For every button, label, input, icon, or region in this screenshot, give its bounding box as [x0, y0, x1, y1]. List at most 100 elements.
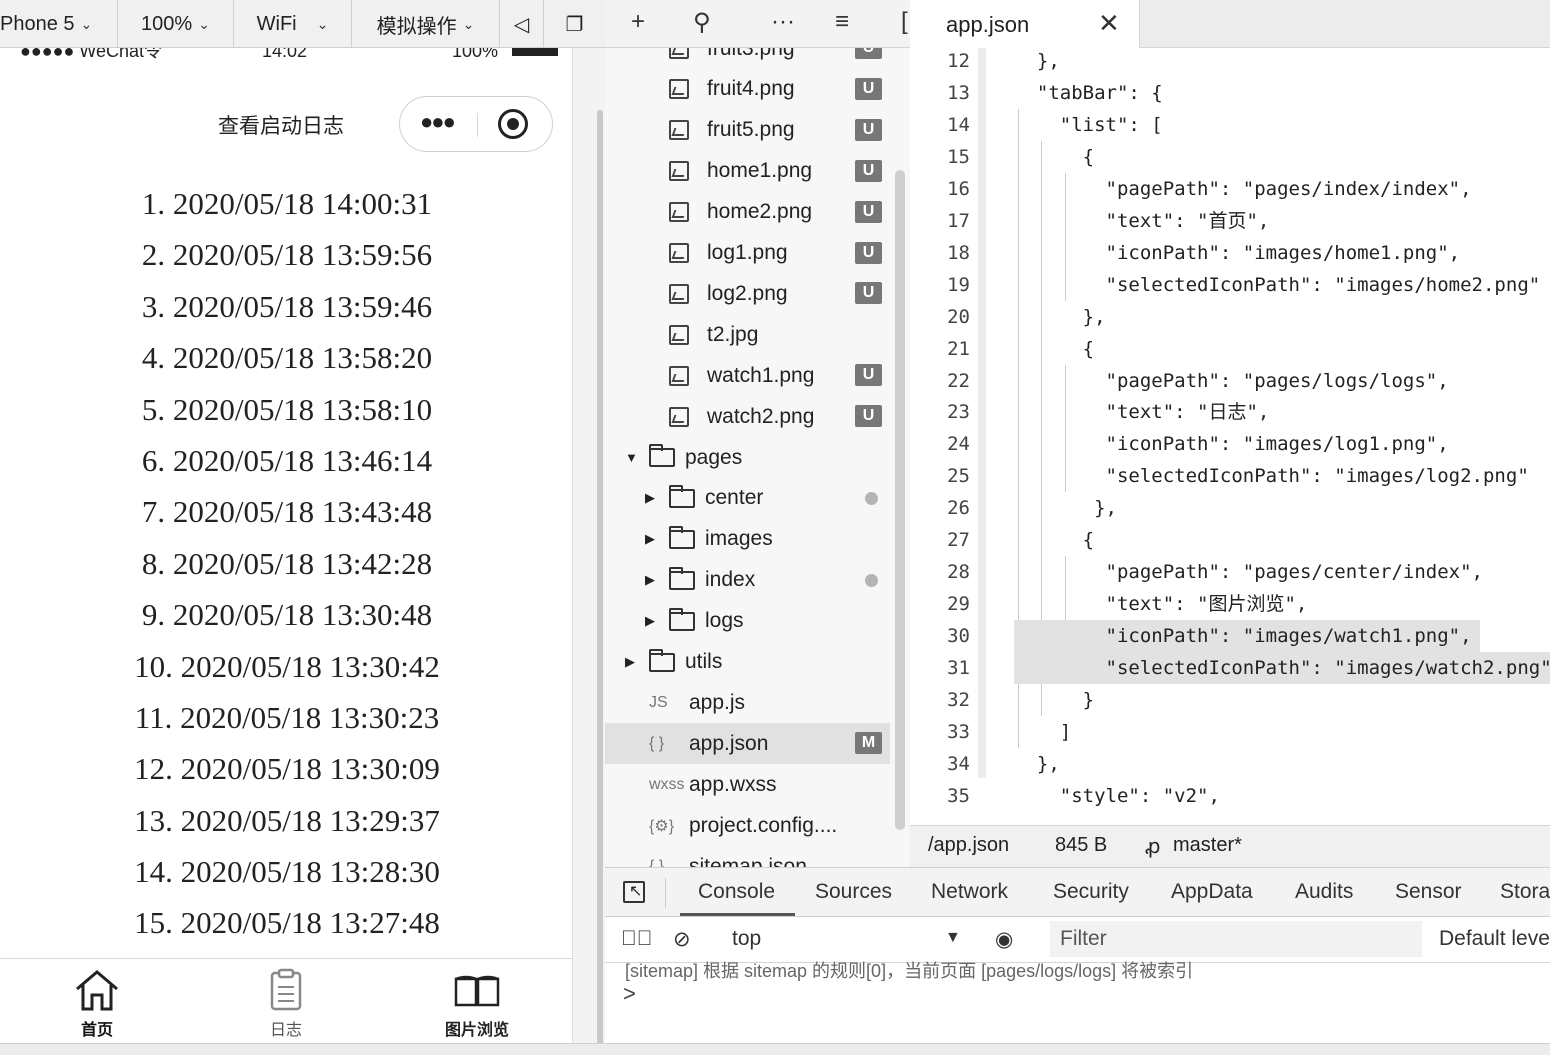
- devtools-tab-security[interactable]: Security: [1053, 880, 1129, 904]
- devtools-tab-appdata[interactable]: AppData: [1171, 880, 1253, 904]
- tree-item[interactable]: JS app.js: [605, 682, 890, 723]
- tab-home[interactable]: 首页: [2, 959, 192, 1043]
- tree-item[interactable]: log2.png U: [605, 273, 890, 314]
- devtools-tab-sources[interactable]: Sources: [815, 880, 892, 904]
- tree-item[interactable]: fruit4.png U: [605, 69, 890, 110]
- devtools-tab-storage[interactable]: Storage: [1500, 880, 1550, 904]
- console-output[interactable]: [sitemap] 根据 sitemap 的规则[0]，当前页面 [pages/…: [605, 961, 1550, 1043]
- tab-logs[interactable]: 日志: [191, 959, 381, 1043]
- line-number: 34: [947, 752, 970, 775]
- file-path: /app.json: [928, 834, 1010, 856]
- git-branch-icon: ꝓ: [1145, 836, 1161, 858]
- more-dots-icon[interactable]: ●●●: [420, 109, 456, 135]
- collapse-arrow-icon[interactable]: ▶: [645, 613, 659, 629]
- tree-item[interactable]: home2.png U: [605, 192, 890, 233]
- tree-item-label: app.wxss: [689, 772, 777, 796]
- close-icon[interactable]: ✕: [1098, 8, 1120, 39]
- code-line: 28 "pagePath": "pages/center/index",: [910, 556, 1550, 589]
- close-circle-icon[interactable]: [498, 109, 528, 139]
- tree-item[interactable]: fruit5.png U: [605, 110, 890, 151]
- code-editor[interactable]: 12 }, 13 "tabBar": {14 "list": [15 {16 "p…: [910, 48, 1550, 825]
- zoom-select[interactable]: 100% ⌄: [118, 0, 234, 48]
- tree-item[interactable]: t2.jpg: [605, 314, 890, 355]
- scroll-thumb[interactable]: [597, 110, 603, 1045]
- simulate-label: 模拟操作: [376, 15, 457, 38]
- tree-item[interactable]: wxss app.wxss: [605, 764, 890, 805]
- code-line: 34 },: [910, 748, 1550, 780]
- inspect-element-icon[interactable]: [623, 881, 645, 903]
- context-select[interactable]: top: [732, 927, 761, 951]
- detach-button[interactable]: ❐: [544, 0, 605, 48]
- line-number: 18: [947, 241, 970, 264]
- file-size: 845 B: [1055, 834, 1108, 856]
- sidebar-toggle-icon[interactable]: ▶⃞: [621, 927, 653, 951]
- console-prompt[interactable]: >: [623, 981, 636, 1007]
- git-status-badge: U: [855, 405, 882, 428]
- git-branch[interactable]: master*: [1173, 834, 1242, 857]
- line-number: 19: [947, 273, 970, 296]
- capsule-divider: [477, 113, 478, 137]
- more-icon[interactable]: ···: [771, 8, 795, 36]
- mute-button[interactable]: ◁: [500, 0, 544, 48]
- editor-tab-app-json[interactable]: app.json ✕: [910, 0, 1140, 48]
- log-item: 15. 2020/05/18 13:27:48: [134, 905, 440, 941]
- file-type-icon: { }: [649, 734, 665, 752]
- devtools-tab-console[interactable]: Console: [698, 880, 775, 904]
- explorer-scrollbar[interactable]: [895, 170, 905, 830]
- network-select[interactable]: WiFi ⌄: [234, 0, 352, 48]
- tree-item[interactable]: {⚙} project.config....: [605, 805, 890, 846]
- clear-console-icon[interactable]: ⊘: [673, 927, 691, 952]
- collapse-arrow-icon[interactable]: ▶: [625, 654, 639, 670]
- expand-arrow-icon[interactable]: ▼: [625, 450, 639, 465]
- tree-item[interactable]: watch1.png U: [605, 355, 890, 396]
- code-line: 19 "selectedIconPath": "images/home2.png…: [910, 268, 1550, 301]
- search-icon[interactable]: ⚲: [693, 8, 711, 37]
- phone-scrollbar[interactable]: [572, 48, 605, 1045]
- tab-gallery[interactable]: 图片浏览: [382, 959, 572, 1043]
- tree-item[interactable]: ▶ utils: [605, 642, 890, 683]
- collapse-icon[interactable]: ≡: [835, 8, 849, 36]
- tree-item[interactable]: ▶ center: [605, 478, 890, 519]
- tree-item[interactable]: ▼ pages: [605, 437, 890, 478]
- tree-item[interactable]: { } app.json M: [605, 723, 890, 765]
- tree-item[interactable]: ▶ images: [605, 519, 890, 560]
- chevron-down-icon: ⌄: [80, 15, 93, 32]
- editor-status-bar: /app.json 845 B ꝓ master*: [910, 825, 1550, 867]
- eye-icon[interactable]: ◉: [995, 927, 1013, 952]
- filter-input[interactable]: Filter: [1050, 921, 1422, 957]
- tree-item[interactable]: fruit3.png U: [605, 48, 890, 69]
- log-item: 14. 2020/05/18 13:28:30: [134, 854, 440, 890]
- devtools-tab-network[interactable]: Network: [931, 880, 1008, 904]
- code-line: 29 "text": "图片浏览",: [910, 588, 1550, 621]
- git-status-badge: U: [855, 77, 882, 100]
- collapse-arrow-icon[interactable]: ▶: [645, 531, 659, 547]
- code-text: {: [1014, 337, 1095, 360]
- tree-item[interactable]: log1.png U: [605, 233, 890, 274]
- add-file-button[interactable]: +: [631, 8, 645, 36]
- tree-item[interactable]: home1.png U: [605, 151, 890, 192]
- tree-item[interactable]: watch2.png U: [605, 396, 890, 437]
- split-icon[interactable]: [: [901, 8, 908, 36]
- status-time: 14:02: [262, 48, 308, 61]
- image-file-icon: [669, 283, 689, 304]
- chevron-down-icon[interactable]: ▼: [945, 929, 961, 947]
- file-type-icon: wxss: [649, 775, 685, 793]
- devtools-tab-sensor[interactable]: Sensor: [1395, 880, 1462, 904]
- log-level-select[interactable]: Default levels: [1439, 927, 1550, 951]
- simulate-select[interactable]: 模拟操作 ⌄: [352, 0, 500, 48]
- menu-capsule[interactable]: ●●●: [399, 96, 553, 152]
- code-line: 25 "selectedIconPath": "images/log2.png": [910, 460, 1550, 493]
- tree-item[interactable]: ▶ index: [605, 560, 890, 601]
- devtools-tab-audits[interactable]: Audits: [1295, 880, 1353, 904]
- window-icon: ❐: [565, 13, 584, 36]
- collapse-arrow-icon[interactable]: ▶: [645, 572, 659, 588]
- tree-item[interactable]: { } sitemap.json: [605, 846, 890, 869]
- line-number: 28: [947, 561, 970, 584]
- device-select[interactable]: Phone 5 ⌄: [0, 0, 118, 48]
- phone-simulator: ●●●●● WeChat令 14:02 100% 查看启动日志 ●●● 1. 2…: [0, 48, 572, 1043]
- collapse-arrow-icon[interactable]: ▶: [645, 490, 659, 506]
- tree-item[interactable]: ▶ logs: [605, 601, 890, 642]
- code-text: "text": "日志",: [1014, 401, 1270, 424]
- folder-icon: [669, 607, 695, 631]
- line-number: 27: [947, 529, 970, 552]
